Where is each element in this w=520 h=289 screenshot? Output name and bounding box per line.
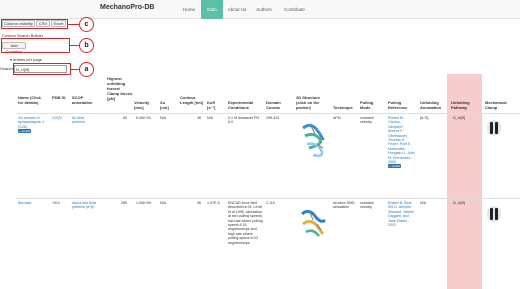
row2-velocity: 1.00e+09: [136, 201, 152, 205]
col-header-force[interactable]: Highest unfolding forces/ Clamp forces […: [107, 76, 133, 101]
col-header-technique[interactable]: Technique: [333, 105, 357, 110]
builder-highlight-box: [1, 38, 70, 53]
top-navbar: MechanoPro-DB Home Data About Us Authors…: [0, 0, 520, 19]
brand-title: MechanoPro-DB: [100, 4, 155, 11]
row2-koff: 1.97E-5: [207, 201, 220, 205]
row2-scop[interactable]: Alpha and beta proteins (α+β): [72, 201, 98, 210]
col-header-pulling-mode[interactable]: Pulling Mode: [360, 100, 382, 110]
col-header-pdb-id[interactable]: PDB ID: [52, 95, 66, 100]
row2-annotation: N/A: [420, 201, 426, 205]
callout-b: b: [79, 38, 94, 53]
row1-reference-badge[interactable]: + details: [388, 164, 402, 169]
row-divider: [16, 198, 520, 199]
col-header-unfolding-annotation[interactable]: Unfolding Annotation: [420, 100, 446, 110]
search-highlight-box: [13, 63, 71, 75]
col-header-xu[interactable]: Xu [nm]: [160, 100, 172, 110]
callout-b-line: [70, 45, 79, 46]
col-header-koff[interactable]: Koff [s⁻¹]: [207, 100, 221, 110]
col-header-3d-structure[interactable]: 3D Structure (click on the protein): [296, 95, 330, 110]
row2-name[interactable]: Barnase: [18, 201, 48, 205]
row1-details-badge[interactable]: + details: [18, 129, 32, 134]
col-header-pulling-reference[interactable]: Pulling Reference: [388, 100, 412, 110]
col-header-contour[interactable]: Contour Length [nm]: [180, 95, 204, 105]
col-header-velocity[interactable]: Velocity [m/s]: [134, 100, 154, 110]
row1-clamp-icon: [487, 120, 501, 136]
callout-c: c: [79, 17, 94, 32]
col-header-unfolding-pathway[interactable]: Unfolding Pathway: [451, 100, 479, 110]
row1-reference-text[interactable]: Robert M. Carrion-Vazquez*, Andres F. Ob…: [388, 116, 415, 164]
col-header-mechanical-clamp[interactable]: Mechanical Clamp: [485, 100, 515, 110]
row2-reference[interactable]: Robert B. Best, Shi Li, Armelle Steward,…: [388, 201, 416, 227]
row1-technique: AFM: [333, 116, 341, 120]
row1-contour: 36: [197, 116, 201, 120]
row2-protein-structure-image[interactable]: [297, 204, 329, 242]
toolbar-highlight-box: [1, 19, 68, 29]
search-label: Search:: [0, 66, 14, 71]
row1-mode: constant velocity: [360, 116, 374, 125]
nav-data[interactable]: Data: [201, 0, 223, 19]
row2-pdb[interactable]: 1BNI: [52, 201, 60, 205]
row1-reference[interactable]: Robert M. Carrion-Vazquez*, Andres F. Ob…: [388, 116, 416, 169]
row2-clamp-icon: [487, 206, 501, 222]
entries-per-page-label: ▾ entries per page: [10, 57, 43, 62]
row1-name-text[interactable]: 1st domain of synaptotagmin 1 (C2A): [18, 116, 44, 129]
callout-a-line: [71, 69, 79, 70]
row2-technique: all atom SMD simulation: [333, 201, 355, 210]
row1-force: 60: [123, 116, 127, 120]
nav-authors[interactable]: Authors: [252, 0, 276, 19]
callout-a: a: [79, 62, 94, 77]
row2-xu: N/A: [160, 201, 166, 205]
row2-force: 289: [121, 201, 127, 205]
row1-conditions: 0.1 M imidazole PH 6.0: [228, 116, 260, 125]
row1-velocity: 6.00e+02: [136, 116, 152, 120]
col-header-conditions[interactable]: Experimental Conditions: [228, 100, 260, 110]
callout-c-line: [68, 24, 79, 25]
nav-contribute[interactable]: Contribute: [278, 0, 311, 19]
nav-home[interactable]: Home: [178, 0, 200, 19]
col-header-scop[interactable]: SCOP annotation: [72, 95, 98, 105]
row1-pathway: N_U[Ø]: [453, 116, 465, 120]
entries-per-page-text: entries per page: [13, 57, 43, 62]
header-divider: [16, 113, 520, 114]
row1-koff: N/A: [207, 116, 213, 120]
row2-coords: 2-110: [266, 201, 275, 205]
row2-mode: constant velocity: [360, 201, 374, 210]
nav-about-us[interactable]: About Us: [224, 0, 250, 19]
row1-annotation: [A-G]: [420, 116, 429, 120]
row1-pdb[interactable]: 1DQV: [52, 116, 62, 120]
row1-protein-structure-image[interactable]: [297, 120, 329, 158]
row2-contour: 36: [197, 201, 201, 205]
row1-xu: N/A: [160, 116, 166, 120]
col-header-name[interactable]: Name (Click for details): [18, 95, 46, 105]
row1-scop[interactable]: All beta proteins: [72, 116, 96, 125]
row2-pathway: N_U[Ø]: [453, 201, 465, 205]
row1-name[interactable]: 1st domain of synaptotagmin 1 (C2A) + de…: [18, 116, 48, 134]
row2-conditions: ENCAD force field described in M. Levitt…: [228, 201, 263, 245]
row1-coords: 295-423: [266, 116, 280, 120]
col-header-coords[interactable]: Domain Coords: [266, 100, 290, 110]
